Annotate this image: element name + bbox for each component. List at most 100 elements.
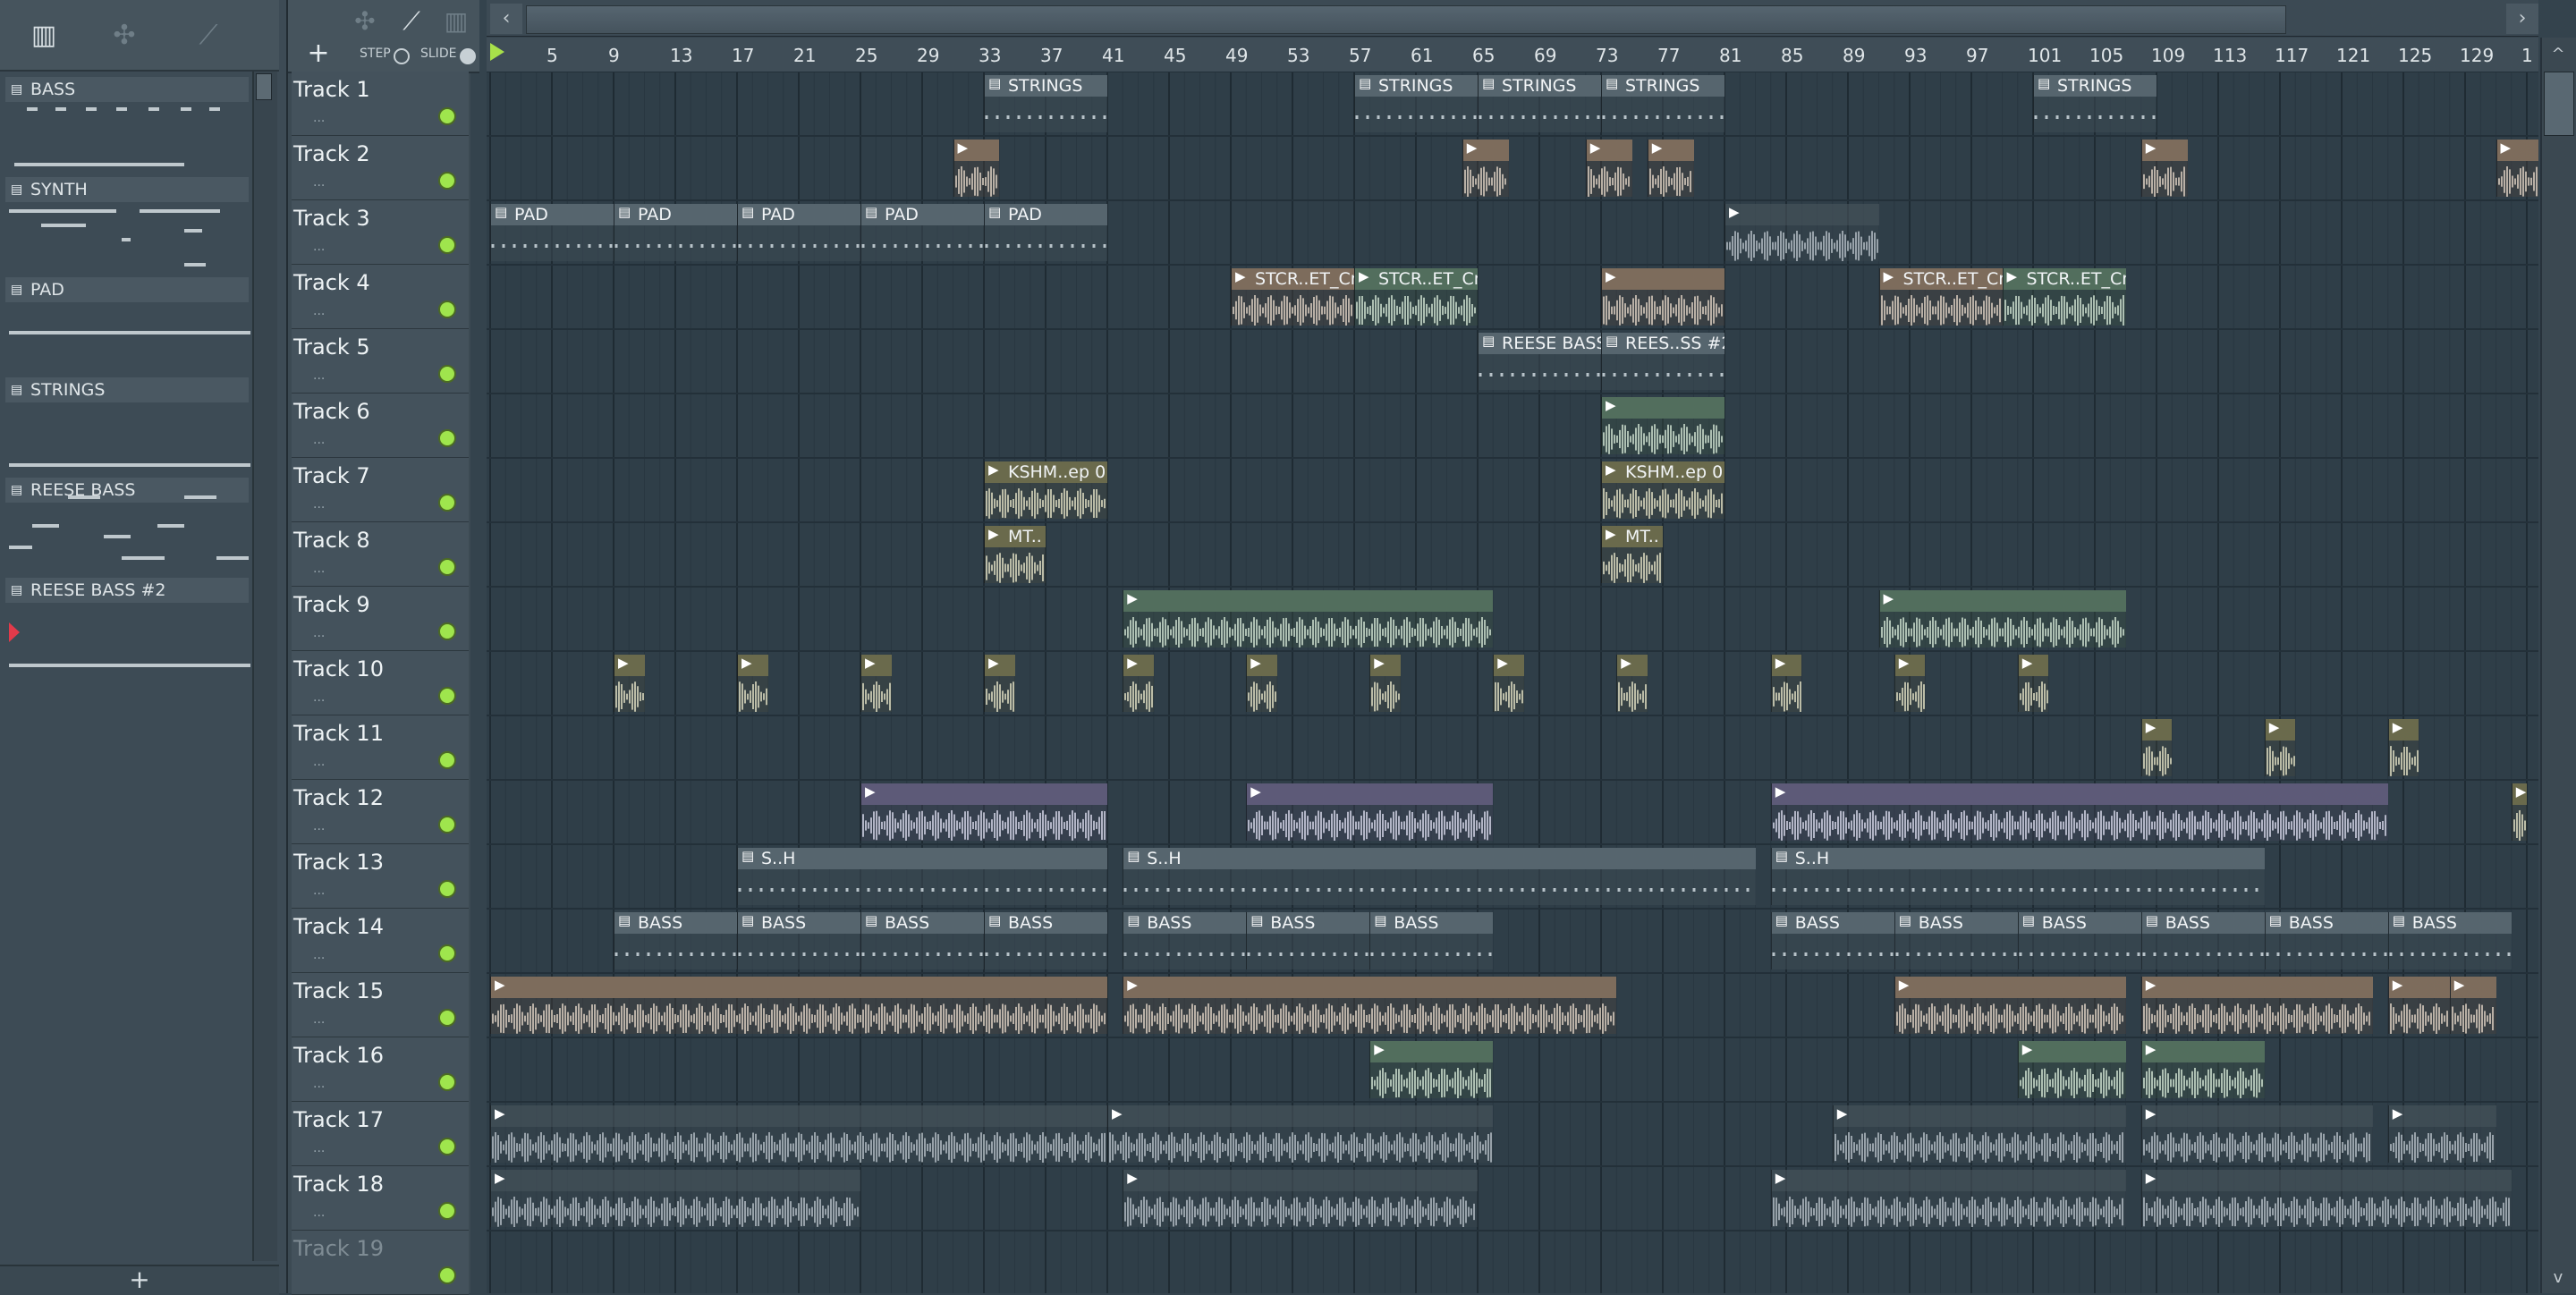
track-header[interactable]: Track 19 [292,1231,469,1295]
playlist-clip[interactable]: ▶ [1601,268,1724,326]
picker-scrollbar-thumb[interactable] [256,73,272,100]
playlist-clip[interactable]: REES..SS #2 ▤ [1601,333,1724,390]
track-mute-led[interactable] [438,107,456,125]
playlist-clip[interactable]: PAD ▤ [860,204,984,261]
playlist-clip[interactable]: BASS ▤ [1770,912,1894,969]
playlist-clip[interactable]: ▶ [1123,977,1617,1034]
playlist-clip[interactable]: ▶ [1894,977,2126,1034]
playlist-clip[interactable]: ▶ [490,1170,860,1227]
track-mute-led[interactable] [438,1009,456,1027]
track-header[interactable]: Track 17... [292,1102,469,1166]
track-header[interactable]: Track 10... [292,651,469,715]
playlist-clip[interactable]: STCR..ET_Cm▶ [2002,268,2126,326]
playlist-clip[interactable]: ▶ [1107,1105,1494,1163]
draw-icon[interactable]: ✣ [347,5,383,38]
playlist-clip[interactable]: ▶ [1724,204,1879,261]
playlist-clip[interactable]: ▶ [1878,590,2126,648]
playlist-clip[interactable]: ▶ [2140,1105,2373,1163]
track-header[interactable]: Track 2... [292,136,469,200]
track-options[interactable]: ... [313,819,325,834]
playlist-clip[interactable]: ▶ [1246,655,1277,712]
track-options[interactable]: ... [313,1077,325,1091]
playlist-clip[interactable]: BASS ▤ [737,912,860,969]
playlist-clip[interactable]: BASS ▤ [2264,912,2388,969]
track-options[interactable]: ... [313,111,325,125]
track-header[interactable]: Track 11... [292,715,469,780]
track-header[interactable]: Track 7... [292,458,469,522]
playlist-clip[interactable]: ▶ [2511,783,2527,841]
track-mute-led[interactable] [438,880,456,898]
playlist-clip[interactable]: ▶ [1770,1170,2126,1227]
playlist-clip[interactable]: ▶ [953,140,1000,197]
track-mute-led[interactable] [438,236,456,254]
playlist-clip[interactable]: ▶ [1770,655,1802,712]
playlist-clip[interactable]: ▶ [1601,397,1724,454]
track-header[interactable]: Track 12... [292,780,469,844]
piano-roll-icon[interactable]: ▥ [23,20,64,52]
timeline-ruler[interactable]: 5 9 13 17 21 25 29 33 37 41 45 49 53 57 61 65 69 73 77 81 85… [487,38,2538,73]
playlist-clip[interactable]: BASS ▤ [1894,912,2018,969]
track-mute-led[interactable] [438,751,456,769]
playlist-clip[interactable]: STRINGS ▤ [984,75,1107,132]
track-options[interactable]: ... [313,240,325,254]
track-options[interactable]: ... [313,1012,325,1027]
slide-toggle[interactable] [460,48,476,64]
track-header[interactable]: Track 4... [292,265,469,329]
scroll-down-icon[interactable]: v [2544,1265,2572,1291]
vertical-scroll-thumb[interactable] [2544,72,2574,136]
playlist-clip[interactable]: ▶ [2140,719,2173,776]
playlist-vertical-scrollbar[interactable] [2540,38,2576,1293]
playlist-clip[interactable]: STCR..ET_Cm▶ [1878,268,2003,326]
pattern-item[interactable]: REESE BASS #2 ▤ [5,578,250,678]
playlist-clip[interactable]: ▶ [2140,1041,2265,1098]
playhead-marker-icon[interactable] [490,43,504,61]
track-mute-led[interactable] [438,687,456,705]
playlist-clip[interactable]: ▶ [1123,655,1154,712]
playlist-clip[interactable]: BASS ▤ [1369,912,1494,969]
pattern-item[interactable]: SYNTH ▤ [5,177,249,277]
playlist-clip[interactable]: ▶ [1894,655,1926,712]
playlist-clip[interactable]: ▶ [490,1105,1107,1163]
track-mute-led[interactable] [438,816,456,834]
playlist-clip[interactable]: STRINGS ▤ [1354,75,1478,132]
playlist-clip[interactable]: BASS ▤ [860,912,984,969]
playlist-clip[interactable]: ▶ [2387,1105,2496,1163]
playlist-clip[interactable]: ▶ [2017,1041,2126,1098]
track-mute-led[interactable] [438,1073,456,1091]
playlist-clip[interactable]: ▶ [1647,140,1694,197]
playlist-clip[interactable]: ▶ [860,655,892,712]
playlist-clip[interactable]: ▶ [1123,590,1494,648]
track-header[interactable]: Track 18... [292,1166,469,1231]
scroll-right-icon[interactable]: › [2506,4,2538,34]
playlist-clip[interactable]: MT.. ▶ [1601,526,1663,583]
track-options[interactable]: ... [313,304,325,318]
track-header[interactable]: Track 15... [292,973,469,1037]
pattern-item[interactable]: PAD ▤ [5,277,250,377]
track-options[interactable]: ... [313,562,325,576]
playlist-clip[interactable]: ▶ [1246,783,1494,841]
track-mute-led[interactable] [438,494,456,512]
playlist-clip[interactable]: ▶ [490,977,1107,1034]
playlist-clip[interactable]: BASS ▤ [2017,912,2141,969]
automation-icon[interactable]: ✣ [104,20,145,52]
track-mute-led[interactable] [438,172,456,190]
playlist-clip[interactable]: ▶ [2017,655,2049,712]
playlist-clip[interactable]: BASS ▤ [2140,912,2265,969]
track-header[interactable]: Track 5... [292,329,469,394]
playlist-clip[interactable]: ▶ [2449,977,2496,1034]
track-header[interactable]: Track 3... [292,200,469,265]
track-header[interactable]: Track 9... [292,587,469,651]
playlist-clip[interactable]: BASS ▤ [1123,912,1247,969]
track-header[interactable]: Track 1... [292,72,469,136]
playlist-clip[interactable]: S..H ▤ [737,848,1107,905]
track-header[interactable]: Track 16... [292,1037,469,1102]
pattern-item[interactable]: REESE BASS ▤ [5,478,249,578]
track-mute-led[interactable] [438,944,456,962]
overview-thumb[interactable] [526,5,2286,34]
playlist-clip[interactable]: ▶ [1369,655,1401,712]
playlist-clip[interactable]: ▶ [2140,977,2373,1034]
track-options[interactable]: ... [313,884,325,898]
playlist-clip[interactable]: STCR..ET_Cm▶ [1231,268,1354,326]
track-mute-led[interactable] [438,1266,456,1284]
track-options[interactable]: ... [313,175,325,190]
